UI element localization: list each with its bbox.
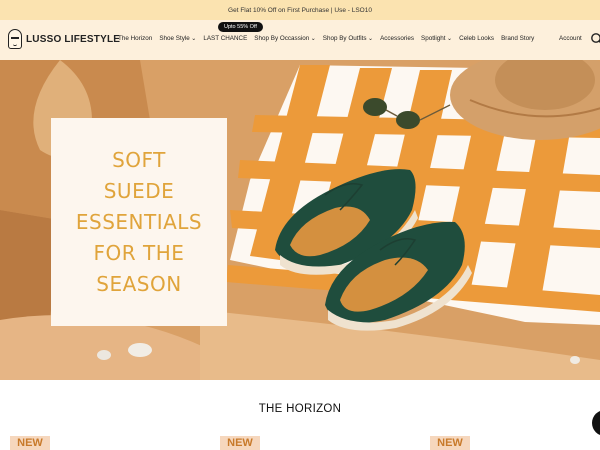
product-new-badge: NEW [220,436,260,450]
nav-label: LAST CHANCE [203,35,248,42]
hero-banner[interactable]: SOFT SUEDE ESSENTIALS FOR THE SEASON [0,60,600,380]
nav-item-shop-by-outfits[interactable]: Shop By Outfits ⌄ [323,35,373,42]
announcement-text: Get Flat 10% Off on First Purchase | Use… [228,6,372,14]
nav-label: Shop By Outfits [322,35,367,42]
logo-face-icon [8,29,22,49]
nav-label: Shop By Occassion [254,35,310,42]
main-nav: The Horizon Shoe Style ⌄ LAST CHANCE Sho… [118,35,534,42]
hero-text-card: SOFT SUEDE ESSENTIALS FOR THE SEASON [51,118,227,326]
sale-badge[interactable]: Upto 55% Off [218,22,263,32]
nav-item-celeb-looks[interactable]: Celeb Looks [459,35,494,42]
nav-item-accessories[interactable]: Accessories [380,35,414,42]
chevron-down-icon: ⌄ [368,35,374,42]
hero-line: FOR THE [93,240,185,265]
nav-item-shop-by-occassion[interactable]: Shop By Occassion ⌄ [254,35,315,42]
brand-logo[interactable]: LUSSO LIFESTYLE [8,29,120,49]
nav-item-spotlight[interactable]: Spotlight ⌄ [421,35,452,42]
hero-line: SUEDE [103,178,175,203]
search-icon[interactable] [590,32,600,46]
brand-name: LUSSO LIFESTYLE [26,33,121,45]
section-title: THE HORIZON [258,403,342,415]
nav-label: Brand Story [501,35,535,42]
nav-label: Accessories [380,35,415,42]
product-new-badge: NEW [10,436,50,450]
chevron-down-icon: ⌄ [191,35,197,42]
nav-item-last-chance[interactable]: LAST CHANCE [203,35,247,42]
hero-heading: SOFT SUEDE ESSENTIALS FOR THE SEASON [64,145,214,300]
nav-item-the-horizon[interactable]: The Horizon [118,35,152,42]
chevron-down-icon: ⌄ [310,35,316,42]
hero-line: SEASON [96,271,182,296]
nav-item-shoe-style[interactable]: Shoe Style ⌄ [159,35,196,42]
site-header: LUSSO LIFESTYLE The Horizon Shoe Style ⌄… [0,20,600,60]
announcement-bar: Get Flat 10% Off on First Purchase | Use… [0,0,600,20]
chevron-down-icon: ⌄ [447,35,453,42]
nav-label: Celeb Looks [459,35,495,42]
nav-item-brand-story[interactable]: Brand Story [501,35,534,42]
nav-label: Spotlight [421,35,446,42]
product-new-badge: NEW [430,436,470,450]
nav-label: The Horizon [118,35,153,42]
account-link[interactable]: Account [559,35,582,42]
nav-label: Shoe Style [159,35,190,42]
hero-line: ESSENTIALS [75,209,203,234]
hero-line: SOFT [112,147,166,172]
